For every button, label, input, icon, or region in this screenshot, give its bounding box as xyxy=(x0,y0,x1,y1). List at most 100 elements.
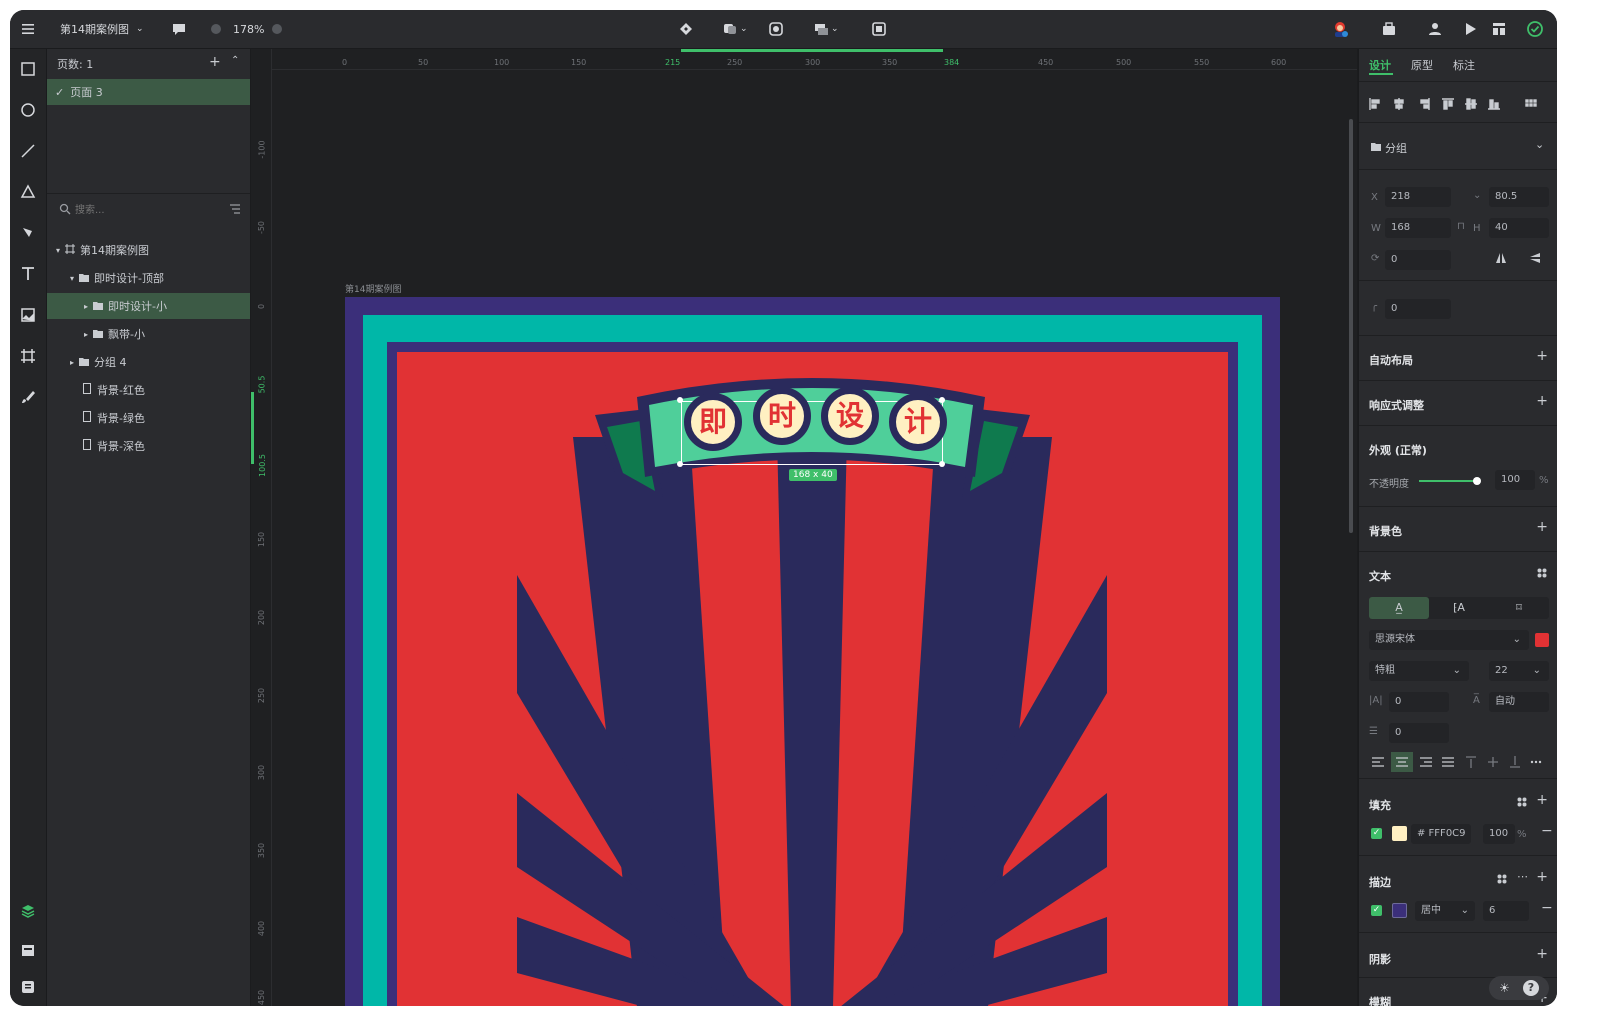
style-grid-icon[interactable] xyxy=(1537,568,1547,581)
image-tool-icon[interactable] xyxy=(19,306,37,324)
frame-label[interactable]: 第14期案例图 xyxy=(345,282,401,295)
opacity-slider-knob[interactable] xyxy=(1473,477,1481,485)
letter-spacing-field[interactable] xyxy=(1389,692,1449,712)
layer-row[interactable]: ▾ 第14期案例图 xyxy=(47,237,250,263)
history-icon[interactable] xyxy=(19,978,37,996)
add-fill-button[interactable]: + xyxy=(1536,792,1548,808)
layer-row-selected[interactable]: ▸ 即时设计-小 xyxy=(47,293,250,319)
layer-row[interactable]: 背景-绿色 xyxy=(47,405,250,431)
paragraph-spacing-field[interactable] xyxy=(1389,723,1449,743)
theme-sun-icon[interactable]: ☀ xyxy=(1499,981,1510,995)
add-stroke-button[interactable]: + xyxy=(1536,869,1548,885)
check-circle-icon[interactable] xyxy=(1526,19,1544,39)
boolean-icon[interactable]: ⌄ xyxy=(722,19,748,39)
text-color-swatch[interactable] xyxy=(1535,633,1549,647)
add-shadow-button[interactable]: + xyxy=(1536,946,1548,962)
height-field[interactable] xyxy=(1489,218,1549,238)
constraint-chevron-icon[interactable]: ⌄ xyxy=(1473,190,1481,201)
avatar[interactable] xyxy=(1331,19,1349,39)
line-height-field[interactable] xyxy=(1489,692,1549,712)
layer-row[interactable]: ▸ 飘带-小 xyxy=(47,321,250,347)
rectangle-tool-icon[interactable] xyxy=(19,60,37,78)
vertical-scrollbar[interactable] xyxy=(1349,119,1353,533)
filter-icon[interactable] xyxy=(229,203,241,218)
flip-horizontal-icon[interactable] xyxy=(1495,252,1507,267)
resize-handle[interactable] xyxy=(939,461,945,467)
page-item[interactable]: ✓ 页面 3 xyxy=(47,79,250,105)
tab-annotate[interactable]: 标注 xyxy=(1453,57,1475,73)
text-fixed-size-icon[interactable]: ⌑ xyxy=(1489,597,1549,619)
play-icon[interactable] xyxy=(1462,19,1478,39)
layers-icon[interactable] xyxy=(19,902,37,920)
file-title[interactable]: 第14期案例图 xyxy=(60,19,129,39)
layout-icon[interactable] xyxy=(1491,19,1507,39)
fill-opacity-field[interactable] xyxy=(1483,824,1515,844)
add-page-button[interactable]: + xyxy=(209,54,221,70)
user-icon[interactable] xyxy=(1427,19,1443,39)
opacity-slider[interactable] xyxy=(1419,477,1481,485)
component-icon[interactable] xyxy=(678,19,694,39)
stroke-visible-checkbox[interactable]: ✓ xyxy=(1371,905,1382,916)
lock-ratio-icon[interactable]: ⊓ xyxy=(1457,221,1465,232)
style-grid-icon[interactable] xyxy=(1517,797,1527,810)
chevron-up-icon[interactable]: ⌃ xyxy=(231,55,239,66)
layer-row[interactable]: ▸ 分组 4 xyxy=(47,349,250,375)
info-icon[interactable] xyxy=(271,19,283,39)
collapse-icon[interactable]: ▸ xyxy=(70,358,74,367)
chevron-down-icon[interactable]: ⌄ xyxy=(1535,138,1544,151)
resize-handle[interactable] xyxy=(677,397,683,403)
resize-handle[interactable] xyxy=(677,461,683,467)
plugin-icon[interactable] xyxy=(1381,19,1397,39)
tab-prototype[interactable]: 原型 xyxy=(1411,57,1433,73)
ellipse-tool-icon[interactable] xyxy=(19,101,37,119)
style-grid-icon[interactable] xyxy=(1497,874,1507,887)
stroke-color-swatch[interactable] xyxy=(1392,903,1407,918)
zoom-level[interactable]: 178% xyxy=(233,19,264,39)
polygon-tool-icon[interactable] xyxy=(19,183,37,201)
fill-hex-field[interactable] xyxy=(1411,824,1471,844)
line-tool-icon[interactable] xyxy=(19,142,37,160)
text-align-controls[interactable] xyxy=(1369,752,1553,772)
search-input[interactable] xyxy=(73,200,217,220)
brush-tool-icon[interactable] xyxy=(19,388,37,406)
x-field[interactable] xyxy=(1385,187,1451,207)
group-selector[interactable]: 分组 ⌄ xyxy=(1359,122,1557,169)
more-icon[interactable]: ⋯ xyxy=(1517,870,1528,883)
help-icon[interactable]: ? xyxy=(1523,980,1539,996)
frame-tool-icon[interactable] xyxy=(19,347,37,365)
layer-row[interactable]: 背景-红色 xyxy=(47,377,250,403)
layer-row[interactable]: 背景-深色 xyxy=(47,433,250,459)
width-field[interactable] xyxy=(1385,218,1451,238)
menu-icon[interactable] xyxy=(20,19,36,39)
pen-tool-icon[interactable] xyxy=(19,224,37,242)
remove-fill-button[interactable]: − xyxy=(1541,823,1553,839)
appearance-label[interactable]: 外观 (正常) xyxy=(1369,442,1427,458)
stroke-position-select[interactable]: 居中 ⌄ xyxy=(1415,901,1475,921)
chevron-down-icon[interactable]: ⌄ xyxy=(136,19,144,39)
add-responsive-button[interactable]: + xyxy=(1536,393,1548,409)
radius-field[interactable] xyxy=(1385,299,1451,319)
layer-row[interactable]: ▾ 即时设计-顶部 xyxy=(47,265,250,291)
font-weight-select[interactable]: 特粗 ⌄ xyxy=(1369,661,1469,681)
mask-icon[interactable] xyxy=(768,19,784,39)
y-field[interactable] xyxy=(1489,187,1549,207)
font-size-select[interactable]: 22 ⌄ xyxy=(1489,661,1549,681)
collapse-icon[interactable]: ▸ xyxy=(84,302,88,311)
fill-color-swatch[interactable] xyxy=(1392,826,1407,841)
assets-icon[interactable] xyxy=(19,941,37,959)
expand-icon[interactable]: ▾ xyxy=(56,246,60,255)
text-tool-icon[interactable] xyxy=(19,265,37,283)
tab-design[interactable]: 设计 xyxy=(1369,57,1391,73)
arrange-icon[interactable]: ⌄ xyxy=(813,19,839,39)
remove-stroke-button[interactable]: − xyxy=(1541,900,1553,916)
opacity-field[interactable] xyxy=(1495,470,1535,490)
text-auto-width-icon[interactable]: A̲ xyxy=(1369,597,1429,619)
add-auto-layout-button[interactable]: + xyxy=(1536,348,1548,364)
expand-icon[interactable]: ▾ xyxy=(70,274,74,283)
frame-icon[interactable] xyxy=(871,19,887,39)
comment-icon[interactable] xyxy=(171,19,187,39)
add-background-button[interactable]: + xyxy=(1536,519,1548,535)
collapse-icon[interactable]: ▸ xyxy=(84,330,88,339)
flip-vertical-icon[interactable] xyxy=(1529,252,1541,267)
canvas[interactable]: 0 50 100 150 215 250 300 350 384 450 500… xyxy=(251,49,1357,1006)
